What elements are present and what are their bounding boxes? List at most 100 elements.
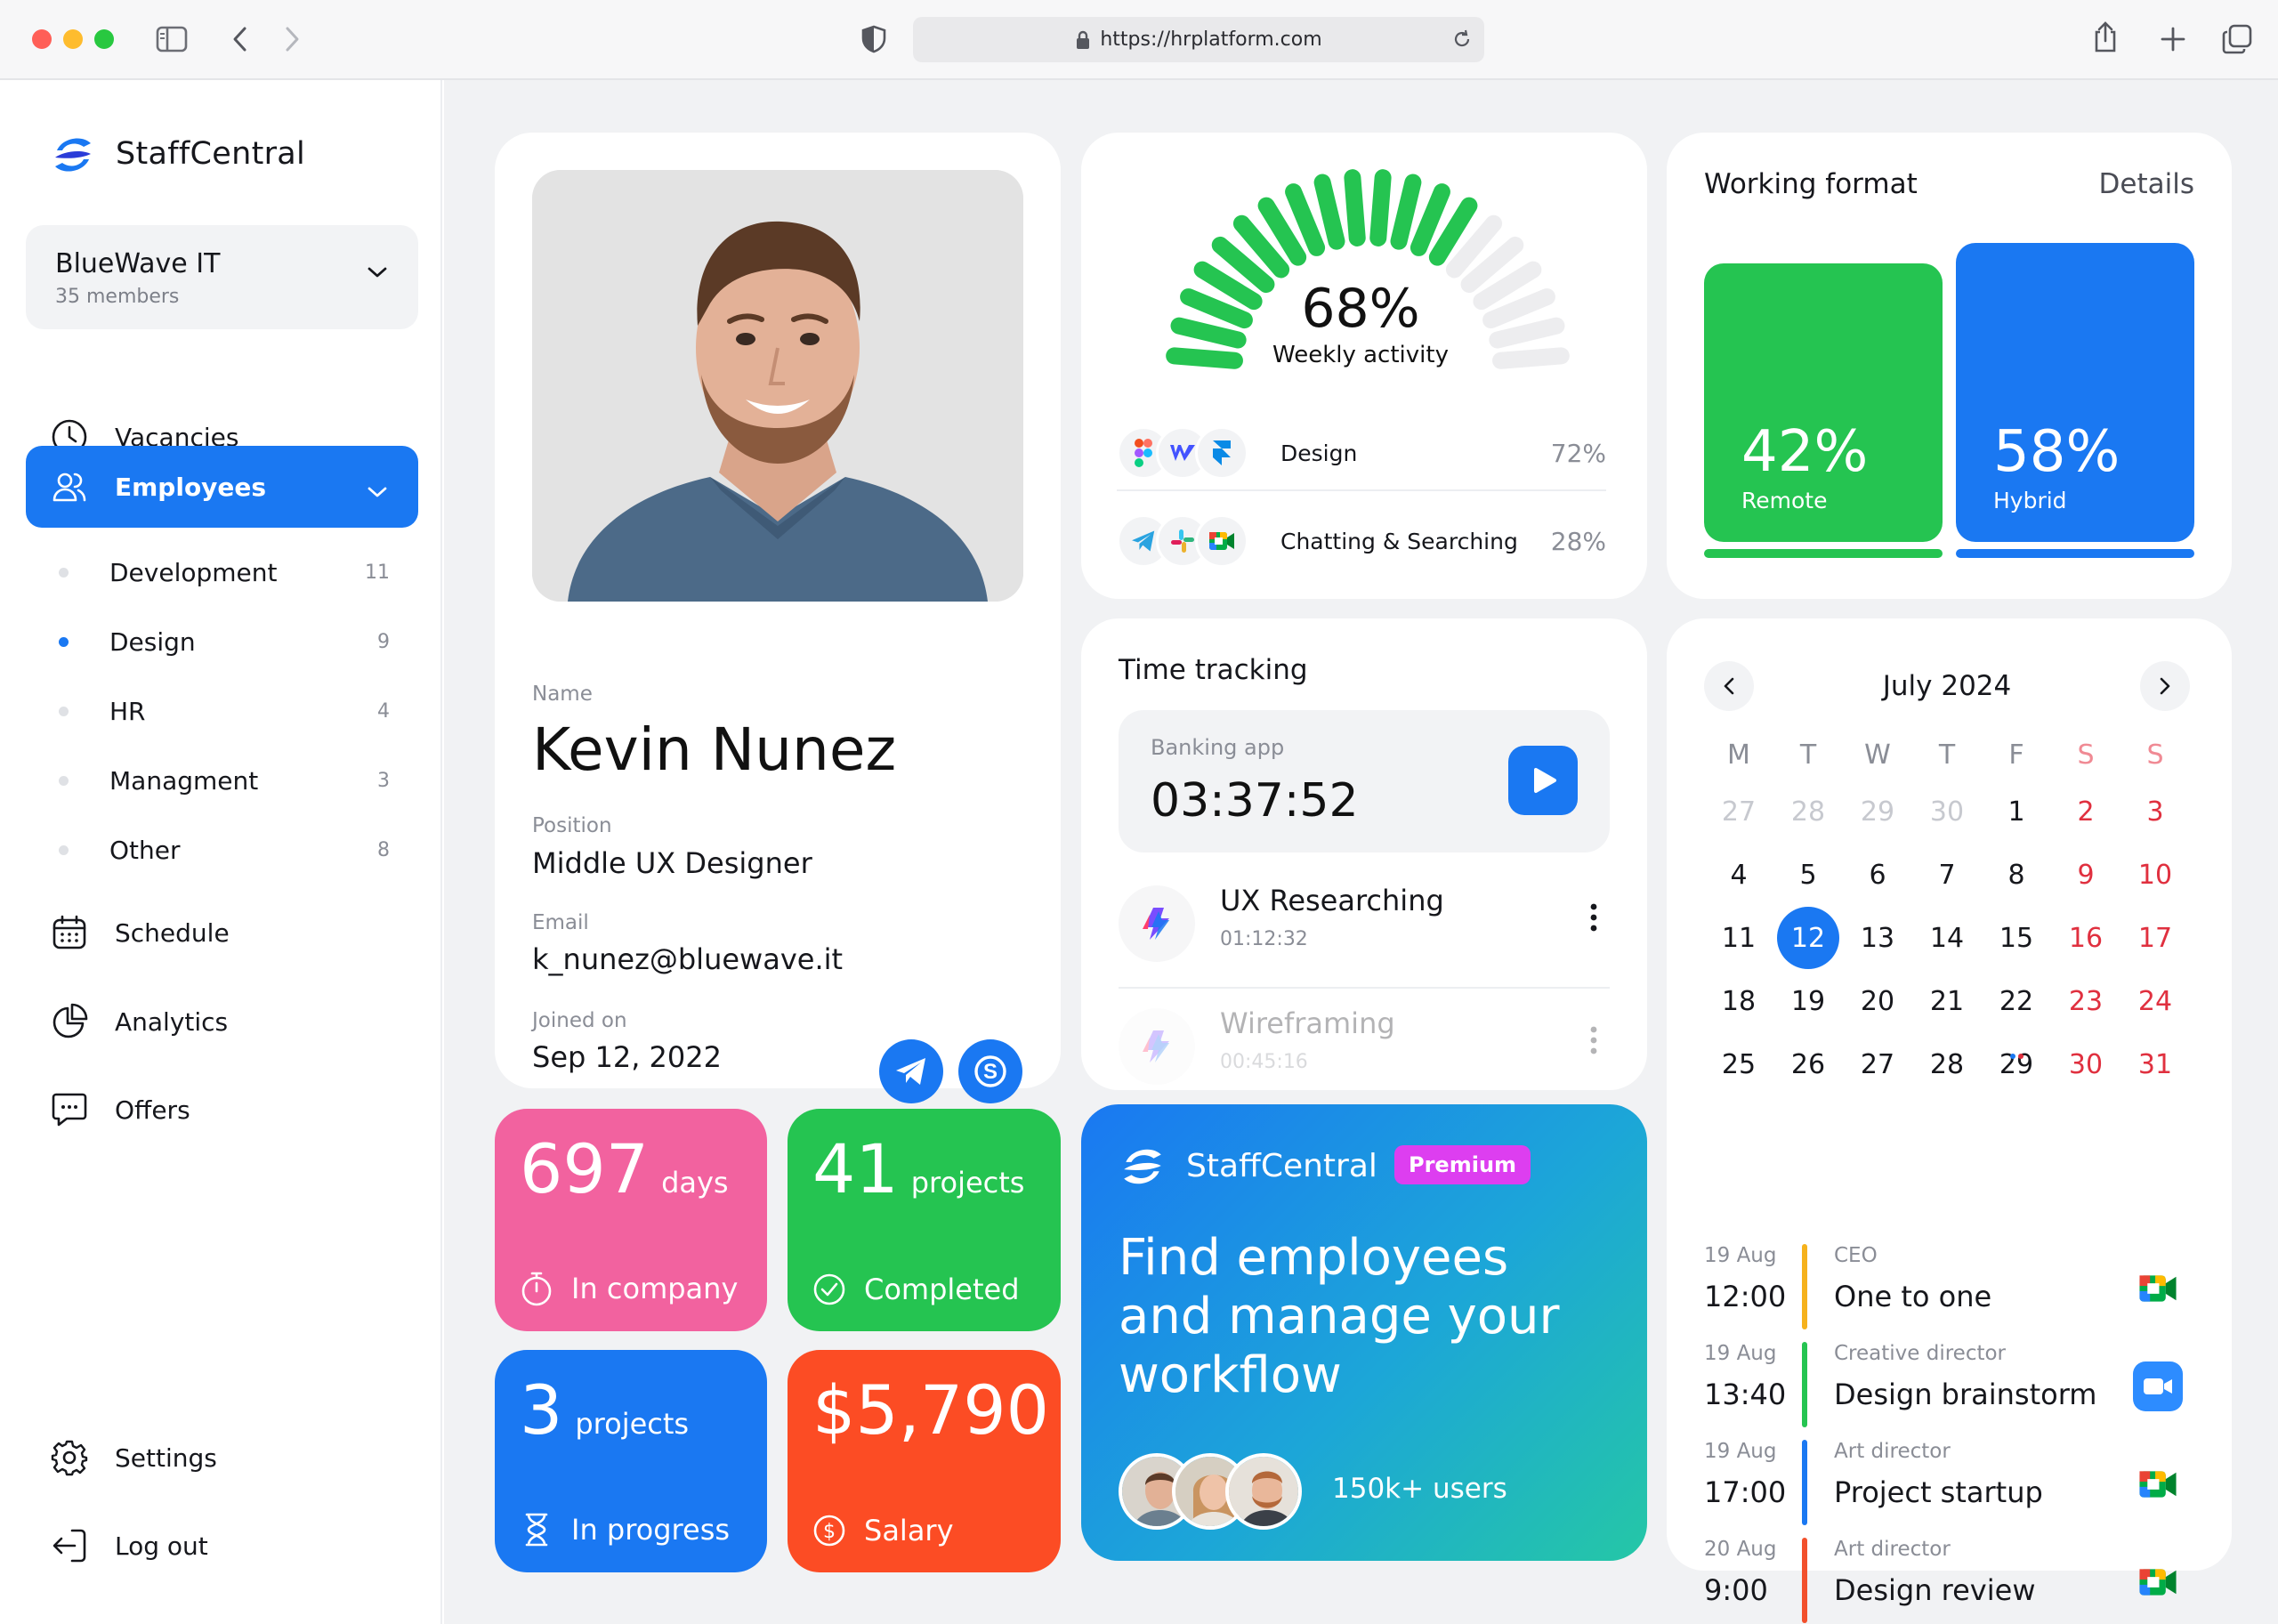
calendar-day-today[interactable]: 12 <box>1773 907 1843 970</box>
nav-item-analytics[interactable]: Analytics <box>26 981 418 1062</box>
staffcentral-logo-icon <box>1124 1149 1161 1184</box>
stat-value: 3 <box>520 1370 563 1450</box>
department-label: Other <box>109 835 181 865</box>
play-button[interactable] <box>1508 746 1578 815</box>
stat-label: Completed <box>864 1273 1020 1306</box>
event-item[interactable]: 19 Aug 13:40 Creative director Design br… <box>1704 1342 2193 1427</box>
calendar-day[interactable]: 31 <box>2120 1033 2190 1096</box>
telegram-button[interactable] <box>879 1039 943 1103</box>
calendar-day[interactable]: 26 <box>1773 1033 1843 1096</box>
department-managment[interactable]: Managment 3 <box>59 758 390 803</box>
calendar-day[interactable]: 29 <box>1843 780 1912 844</box>
more-vertical-icon[interactable] <box>1590 903 1597 935</box>
calendar-day[interactable]: 15 <box>1982 907 2051 970</box>
calendar-day[interactable]: 17 <box>2120 907 2190 970</box>
nav-item-settings[interactable]: Settings <box>26 1417 418 1499</box>
google-meet-icon[interactable] <box>2133 1459 2183 1509</box>
minimize-window-button[interactable] <box>63 29 83 49</box>
calendar-day[interactable]: 14 <box>1912 907 1982 970</box>
calendar-day[interactable]: 28 <box>1773 780 1843 844</box>
calendar-day[interactable]: 20 <box>1843 970 1912 1033</box>
nav-item-employees[interactable]: Employees <box>26 446 418 528</box>
nav-item-offers[interactable]: Offers <box>26 1069 418 1151</box>
event-time: 9:00 <box>1704 1573 1768 1607</box>
employee-email[interactable]: k_nunez@bluewave.it <box>532 942 843 976</box>
calendar-day[interactable]: 18 <box>1704 970 1773 1033</box>
calendar-day[interactable]: 9 <box>2051 844 2120 907</box>
calendar-day[interactable]: 25 <box>1704 1033 1773 1096</box>
event-item[interactable]: 20 Aug 9:00 Art director Design review <box>1704 1538 2193 1623</box>
task-item[interactable]: UX Researching 01:12:32 <box>1119 877 1610 966</box>
calendar-week: 27 28 29 30 1 2 3 <box>1704 780 2190 844</box>
calendar-day[interactable]: 7 <box>1912 844 1982 907</box>
event-item[interactable]: 19 Aug 12:00 CEO One to one <box>1704 1244 2193 1329</box>
zoom-icon[interactable] <box>2133 1361 2183 1411</box>
calendar-day[interactable]: 1 <box>1982 780 2051 844</box>
organization-selector[interactable]: BlueWave IT 35 members <box>26 225 418 329</box>
department-other[interactable]: Other 8 <box>59 828 390 872</box>
department-development[interactable]: Development 11 <box>59 550 390 594</box>
nav-item-logout[interactable]: Log out <box>26 1505 418 1587</box>
calendar-day[interactable]: 3 <box>2120 780 2190 844</box>
google-meet-icon[interactable] <box>2133 1264 2183 1313</box>
calendar-week: 25 26 27 28 29 30 31 <box>1704 1033 2190 1096</box>
activity-percent-value: 28% <box>1550 526 1606 556</box>
task-item[interactable]: Wireframing 00:45:16 <box>1119 999 1610 1088</box>
calendar-day[interactable]: 27 <box>1704 780 1773 844</box>
tabs-overview-icon[interactable] <box>2219 21 2255 57</box>
calendar-day[interactable]: 23 <box>2051 970 2120 1033</box>
calendar-day[interactable]: 8 <box>1982 844 2051 907</box>
department-hr[interactable]: HR 4 <box>59 689 390 733</box>
calendar-day[interactable]: 30 <box>2051 1033 2120 1096</box>
calendar-day[interactable]: 24 <box>2120 970 2190 1033</box>
stat-days-in-company[interactable]: 697 days In company <box>495 1109 767 1331</box>
calendar-day[interactable]: 4 <box>1704 844 1773 907</box>
back-icon[interactable] <box>226 25 253 53</box>
department-design[interactable]: Design 9 <box>59 619 390 664</box>
calendar-day[interactable]: 19 <box>1773 970 1843 1033</box>
event-item[interactable]: 19 Aug 17:00 Art director Project startu… <box>1704 1440 2193 1525</box>
svg-text:S: S <box>983 1060 998 1084</box>
nav-item-schedule[interactable]: Schedule <box>26 892 418 974</box>
details-link[interactable]: Details <box>2099 168 2194 200</box>
calendar-day[interactable]: 16 <box>2051 907 2120 970</box>
calendar-day[interactable]: 30 <box>1912 780 1982 844</box>
forward-icon[interactable] <box>279 25 306 53</box>
stat-projects-in-progress[interactable]: 3 projects In progress <box>495 1350 767 1572</box>
weekday-label: T <box>1938 739 1956 771</box>
activity-label: Weekly activity <box>1272 342 1449 368</box>
shield-icon[interactable] <box>858 23 890 55</box>
stat-label: In company <box>571 1272 739 1305</box>
more-vertical-icon[interactable] <box>1590 1026 1597 1058</box>
browser-toolbar: https://hrplatform.com <box>0 0 2278 80</box>
event-color-bar <box>1802 1440 1807 1525</box>
calendar-day[interactable]: 11 <box>1704 907 1773 970</box>
next-month-button[interactable] <box>2140 661 2190 711</box>
close-window-button[interactable] <box>32 29 52 49</box>
address-bar[interactable]: https://hrplatform.com <box>913 17 1484 62</box>
share-icon[interactable] <box>2089 20 2121 55</box>
premium-promo-card[interactable]: StaffCentral Premium Find employees and … <box>1081 1104 1647 1561</box>
calendar-day[interactable]: 5 <box>1773 844 1843 907</box>
event-time: 12:00 <box>1704 1280 1787 1313</box>
stat-projects-completed[interactable]: 41 projects Completed <box>788 1109 1061 1331</box>
maximize-window-button[interactable] <box>94 29 114 49</box>
brand-logo[interactable]: StaffCentral <box>50 131 305 177</box>
calendar-day[interactable]: 28 <box>1912 1033 1982 1096</box>
calendar-day[interactable]: 22 <box>1982 970 2051 1033</box>
chevron-down-icon <box>367 265 388 283</box>
google-meet-icon[interactable] <box>2133 1557 2183 1607</box>
stat-salary[interactable]: $5,790 $ Salary <box>788 1350 1061 1572</box>
calendar-day[interactable]: 10 <box>2120 844 2190 907</box>
calendar-day[interactable]: 27 <box>1843 1033 1912 1096</box>
calendar-day[interactable]: 13 <box>1843 907 1912 970</box>
calendar-day[interactable]: 6 <box>1843 844 1912 907</box>
skype-button[interactable]: S <box>958 1039 1022 1103</box>
reload-icon[interactable] <box>1452 29 1472 54</box>
calendar-day[interactable]: 29 <box>1982 1033 2051 1096</box>
new-tab-icon[interactable] <box>2157 23 2189 55</box>
calendar-day[interactable]: 2 <box>2051 780 2120 844</box>
calendar-day[interactable]: 21 <box>1912 970 1982 1033</box>
sidebar-toggle-icon[interactable] <box>153 23 190 55</box>
skype-icon: S <box>974 1055 1006 1087</box>
